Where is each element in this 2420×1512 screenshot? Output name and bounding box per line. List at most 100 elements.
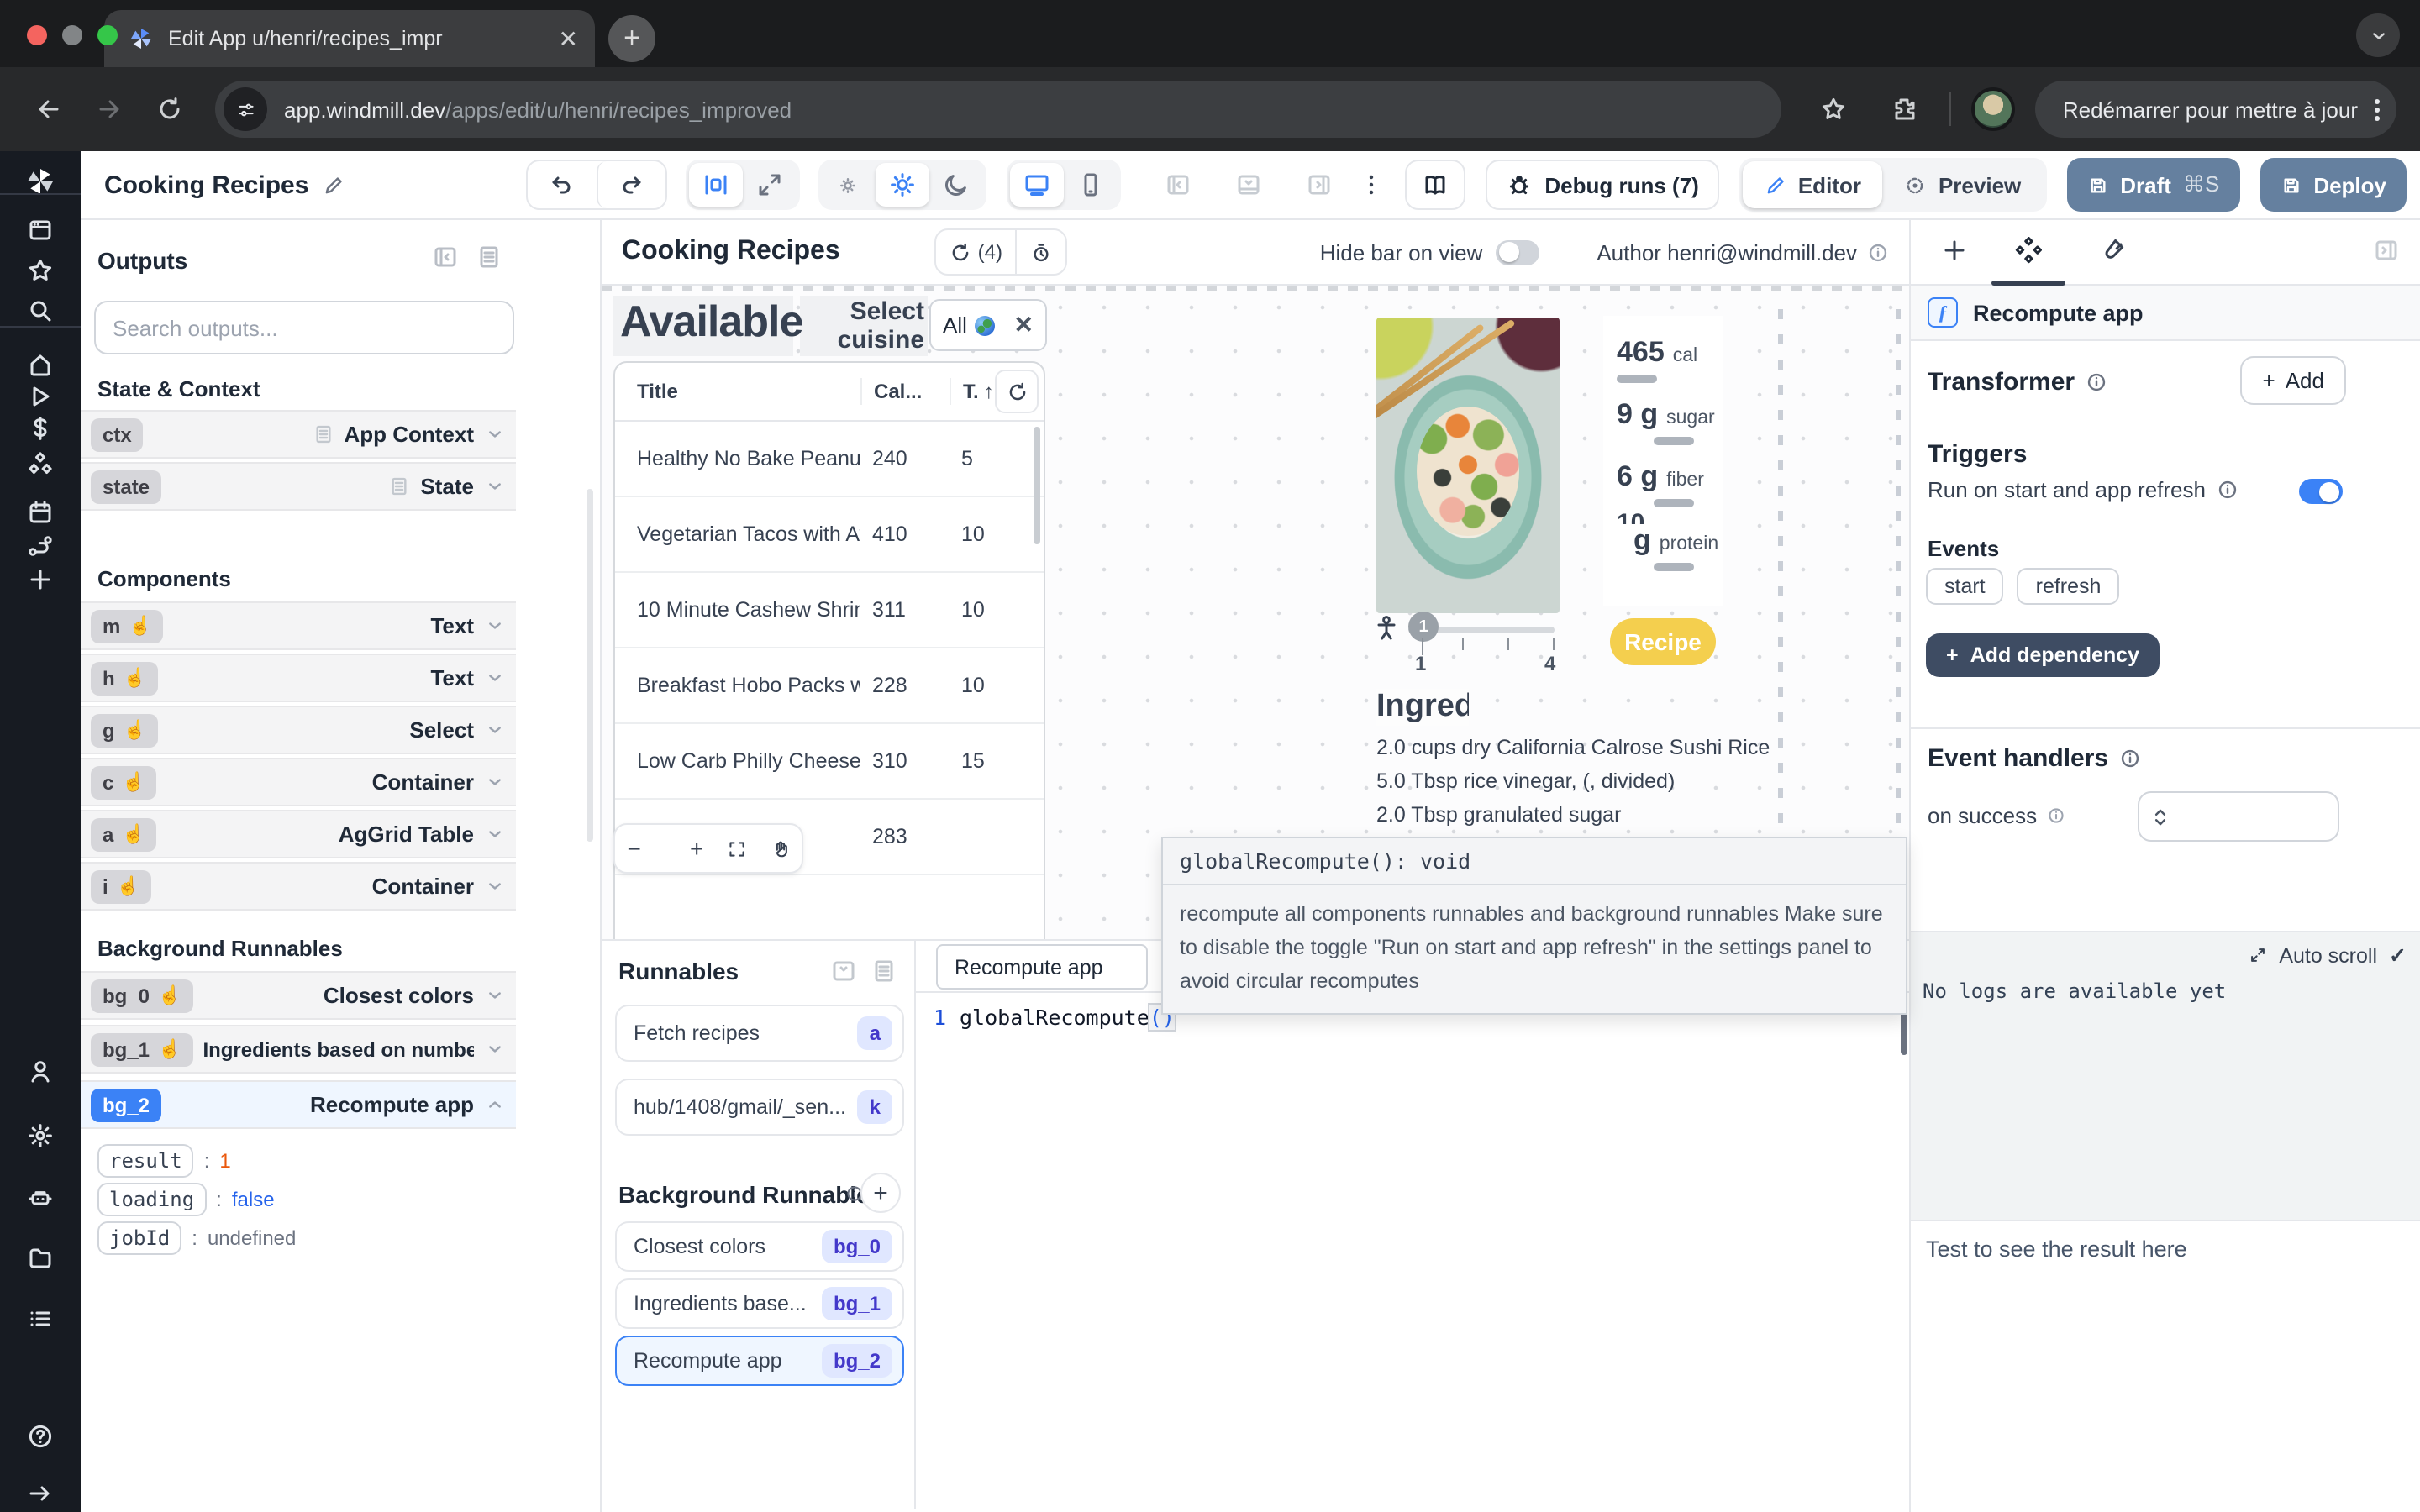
undo-icon[interactable] — [527, 161, 596, 208]
reload-icon[interactable] — [145, 84, 195, 134]
theme-brush-icon[interactable] — [2099, 237, 2126, 264]
chevron-down-icon[interactable] — [484, 719, 506, 741]
add-plus-icon[interactable] — [0, 554, 81, 605]
redo-icon[interactable] — [596, 161, 665, 208]
doc-panel-icon[interactable] — [871, 958, 897, 993]
draft-button[interactable]: Draft⌘S — [2066, 158, 2239, 212]
bookmark-star-icon[interactable] — [1809, 84, 1860, 134]
bg-runnable-ingredients[interactable]: Ingredients base... bg_1 — [615, 1278, 904, 1329]
address-bar[interactable]: app.windmill.dev/apps/edit/u/henri/recip… — [215, 81, 1782, 138]
output-row-component[interactable]: i☝ Container — [81, 862, 516, 911]
light-theme-sun-icon[interactable] — [875, 163, 929, 207]
collapse-bottom-icon[interactable] — [830, 958, 857, 993]
refresh-history-button[interactable] — [1016, 230, 1066, 274]
zoom-out-icon[interactable]: − — [628, 835, 641, 862]
fullwidth-expand-icon[interactable] — [742, 163, 796, 207]
table-row[interactable]: Vegetarian Tacos with Avocado Cream41010 — [615, 497, 1044, 573]
on-success-select[interactable] — [2138, 791, 2339, 842]
toggle-left-panel-icon[interactable] — [1150, 163, 1204, 207]
chevron-down-icon[interactable] — [484, 1038, 506, 1060]
refresh-all-button[interactable]: (4) — [936, 230, 1016, 274]
chevron-down-icon[interactable] — [484, 667, 506, 689]
toggle-right-panel-icon[interactable] — [1292, 163, 1345, 207]
slider-handle[interactable]: 1 — [1408, 612, 1439, 642]
bg-runnable-closest-colors[interactable]: Closest colors bg_0 — [615, 1221, 904, 1272]
url-text[interactable]: app.windmill.dev/apps/edit/u/henri/recip… — [284, 97, 792, 122]
collapse-right-panel-icon[interactable] — [2373, 237, 2400, 264]
users-person-icon[interactable] — [0, 1047, 81, 1097]
auto-scroll-check-icon[interactable]: ✓ — [2389, 942, 2407, 968]
output-row-bg0[interactable]: bg_0☝ Closest colors — [81, 971, 516, 1020]
add-dependency-button[interactable]: + Add dependency — [1926, 633, 2160, 677]
window-controls[interactable] — [27, 25, 118, 45]
servings-slider[interactable]: 1 1 4 — [1373, 615, 1561, 672]
workers-robot-icon[interactable] — [0, 1173, 81, 1223]
add-transformer-button[interactable]: + Add — [2241, 356, 2346, 405]
output-row-component[interactable]: c☝ Container — [81, 758, 516, 806]
table-row[interactable]: Healthy No Bake Peanut Butter Pret...240… — [615, 422, 1044, 497]
run-on-start-toggle[interactable] — [2299, 479, 2343, 504]
deploy-button[interactable]: Deploy — [2260, 158, 2407, 212]
table-refresh-button[interactable] — [995, 370, 1039, 413]
runnable-fetch-recipes[interactable]: Fetch recipes a — [615, 1005, 904, 1062]
collapse-rail-arrow-icon[interactable] — [0, 1468, 81, 1512]
runnable-hub-gmail[interactable]: hub/1408/gmail/_sen... k — [615, 1079, 904, 1136]
recipe-button[interactable]: Recipe — [1610, 618, 1716, 665]
output-row-state[interactable]: state State — [81, 462, 516, 511]
add-bg-runnable-button[interactable]: + — [860, 1173, 901, 1213]
back-icon[interactable] — [24, 84, 74, 134]
debug-runs-button[interactable]: Debug runs (7) — [1486, 160, 1718, 210]
info-icon[interactable] — [2047, 806, 2065, 825]
editor-tab[interactable]: Recompute app — [936, 944, 1149, 990]
output-row-component[interactable]: m☝ Text — [81, 601, 516, 650]
output-row-component[interactable]: g☝ Select — [81, 706, 516, 754]
info-icon[interactable] — [1867, 241, 1889, 263]
settings-gear-icon[interactable] — [0, 1110, 81, 1161]
search-outputs-input[interactable] — [94, 301, 514, 354]
table-row[interactable]: 10 Minute Cashew Shrimp31110 — [615, 573, 1044, 648]
close-window-icon[interactable] — [27, 25, 47, 45]
chevron-up-icon[interactable] — [484, 1094, 506, 1116]
tab-close-icon[interactable]: ✕ — [559, 24, 578, 53]
more-options-kebab-icon[interactable] — [1358, 171, 1385, 198]
extensions-icon[interactable] — [1880, 84, 1930, 134]
collapse-panel-icon[interactable] — [432, 244, 459, 276]
resources-cubes-icon[interactable] — [0, 440, 81, 491]
centered-layout-icon[interactable] — [688, 163, 742, 207]
table-scrollbar[interactable] — [1034, 427, 1040, 544]
restart-to-update-button[interactable]: Redémarrer pour mettre à jour — [2036, 81, 2396, 138]
bg-runnable-recompute-selected[interactable]: Recompute app bg_2 — [615, 1336, 904, 1386]
chrome-menu-icon[interactable] — [2375, 98, 2380, 120]
mobile-view-icon[interactable] — [1063, 163, 1117, 207]
tab-search-chevron-icon[interactable] — [2356, 13, 2400, 57]
output-row-bg2-selected[interactable]: bg_2 Recompute app — [81, 1080, 516, 1129]
forward-icon[interactable] — [84, 84, 134, 134]
chevron-down-icon[interactable] — [484, 615, 506, 637]
pan-hand-icon[interactable] — [771, 839, 789, 858]
chevron-down-icon[interactable] — [484, 984, 506, 1006]
info-icon[interactable] — [2216, 479, 2238, 501]
chevron-down-icon[interactable] — [484, 875, 506, 897]
resize-handle-dots[interactable] — [1778, 309, 1783, 874]
search-icon[interactable] — [0, 286, 81, 336]
code-text[interactable]: globalRecompute — [960, 1005, 1150, 1030]
cuisine-select[interactable]: All ✕ — [929, 299, 1047, 351]
docs-book-button[interactable] — [1405, 160, 1465, 210]
output-row-ctx[interactable]: ctx App Context — [81, 410, 516, 459]
new-tab-button[interactable]: + — [608, 15, 655, 62]
help-icon[interactable] — [0, 1411, 81, 1462]
tab-preview[interactable]: Preview — [1883, 161, 2043, 208]
zoom-in-icon[interactable]: + — [690, 835, 703, 862]
zoom-window-icon[interactable] — [97, 25, 118, 45]
chevron-down-icon[interactable] — [484, 823, 506, 845]
output-row-component[interactable]: h☝ Text — [81, 654, 516, 702]
site-settings-icon[interactable] — [224, 87, 267, 131]
dark-theme-moon-icon[interactable] — [929, 163, 982, 207]
edit-title-pencil-icon[interactable] — [322, 174, 344, 196]
profile-avatar[interactable] — [1972, 87, 2016, 131]
sort-asc-icon[interactable]: ↑ — [984, 378, 994, 405]
desktop-view-icon[interactable] — [1009, 163, 1063, 207]
output-row-bg1[interactable]: bg_1☝ Ingredients based on number of peo… — [81, 1025, 516, 1074]
info-icon[interactable] — [2118, 748, 2140, 769]
table-row[interactable]: Breakfast Hobo Packs with Hash Bro...228… — [615, 648, 1044, 724]
